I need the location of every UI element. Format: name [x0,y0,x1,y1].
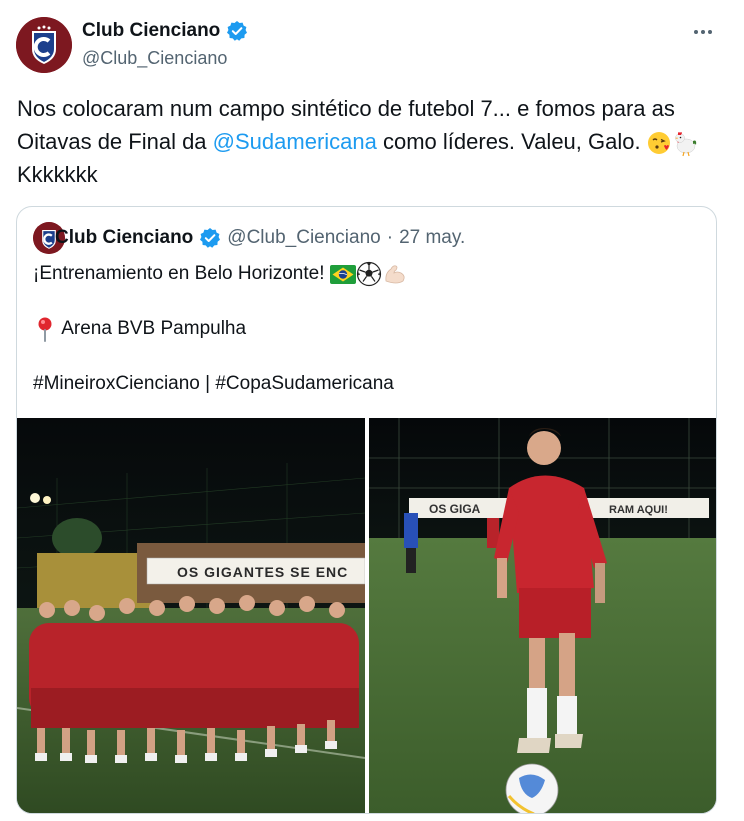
author-handle[interactable]: @Club_Cienciano [82,48,227,69]
quoted-header: Club Cienciano @Club_Cienciano · 27 may. [55,227,465,249]
more-options-icon[interactable] [688,22,718,42]
tweet-text-part3: Kkkkkkk [17,162,98,187]
mention-link[interactable]: @Sudamericana [213,129,377,154]
quoted-line-1: ¡Entrenamiento en Belo Horizonte! [33,261,408,287]
face-blowing-kiss-icon [647,132,670,155]
round-pushpin-icon [38,317,52,342]
quoted-line-2-text: Arena BVB Pampulha [61,318,247,340]
flexed-biceps-icon [385,265,405,284]
quoted-line-1-text: ¡Entrenamiento en Belo Horizonte! [33,263,330,285]
player-with-ball-photo[interactable]: OS GIGA RAM AQUI! [369,418,716,813]
quoted-hashtags[interactable]: #MineiroxCienciano | #CopaSudamericana [33,371,394,397]
verified-badge-icon [200,228,221,248]
banner-text-right-2: RAM AQUI! [609,504,668,516]
meta-separator: · [386,227,394,248]
soccer-ball-icon [356,261,381,287]
banner-text-left: OS GIGANTES SE ENC [177,564,348,580]
rooster-icon [674,132,696,157]
team-huddle-photo[interactable]: OS GIGANTES SE ENC [17,418,365,813]
author-name[interactable]: Club Cienciano [82,20,220,42]
tweet-text-part2: como líderes. Valeu, Galo. [376,129,647,154]
verified-badge-icon [227,21,248,41]
quoted-author-handle[interactable]: @Club_Cienciano [227,227,380,249]
author-name-row[interactable]: Club Cienciano [82,20,248,42]
banner-text-right: OS GIGA [429,502,481,516]
author-avatar[interactable] [16,17,72,73]
quoted-date[interactable]: 27 may. [399,227,465,249]
quoted-line-2: Arena BVB Pampulha [33,316,246,342]
tweet-text: Nos colocaram num campo sintético de fut… [17,92,717,191]
quoted-author-name[interactable]: Club Cienciano [55,227,193,249]
brazil-flag-icon [329,264,356,284]
club-crest-icon [16,17,72,73]
